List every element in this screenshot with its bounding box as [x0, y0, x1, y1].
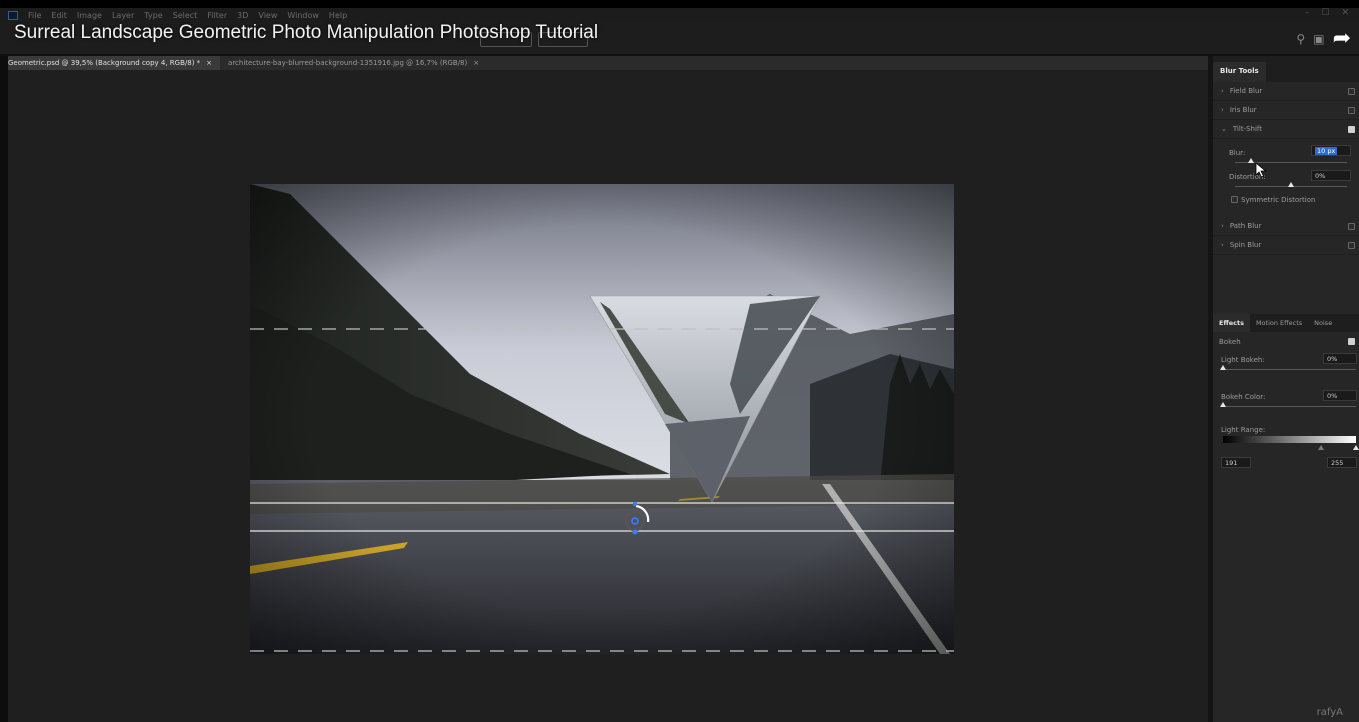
blur-row-field-blur[interactable]: › Field Blur: [1213, 82, 1359, 101]
symmetric-distortion-label: Symmetric Distortion: [1241, 196, 1316, 204]
menu-window[interactable]: Window: [287, 11, 319, 20]
landscape-image: [250, 184, 954, 654]
menu-3d[interactable]: 3D: [237, 11, 248, 20]
chevron-right-icon: ›: [1221, 241, 1224, 249]
light-bokeh-slider-knob[interactable]: [1220, 365, 1226, 370]
minimize-icon[interactable]: –: [1305, 8, 1310, 18]
blur-row-spin-blur[interactable]: › Spin Blur: [1213, 236, 1359, 255]
tab-blur-tools[interactable]: Blur Tools: [1213, 62, 1266, 82]
light-range-gradient[interactable]: [1223, 436, 1356, 443]
blur-value-text: 10 px: [1315, 147, 1338, 155]
menu-edit[interactable]: Edit: [51, 11, 67, 20]
tilt-shift-params: Blur: 10 px Distortion: 0% Symmetric Dis…: [1213, 139, 1359, 217]
close-tab-icon[interactable]: ×: [206, 59, 212, 67]
blur-row-label: Path Blur: [1229, 222, 1262, 230]
chevron-right-icon: ›: [1221, 87, 1224, 95]
menu-select[interactable]: Select: [173, 11, 198, 20]
menu-bar: File Edit Image Layer Type Select Filter…: [0, 8, 1359, 22]
workspace-icon[interactable]: ▣: [1313, 32, 1324, 46]
menu-view[interactable]: View: [258, 11, 277, 20]
menu-file[interactable]: File: [28, 11, 41, 20]
bokeh-color-slider-track[interactable]: [1223, 406, 1356, 407]
light-range-high-knob[interactable]: [1353, 445, 1359, 450]
window-controls: – ☐ ✕: [1305, 8, 1349, 18]
iris-blur-checkbox[interactable]: [1348, 106, 1355, 114]
close-tab-icon[interactable]: ×: [473, 59, 479, 67]
light-bokeh-slider-track[interactable]: [1223, 369, 1356, 370]
symmetric-distortion-checkbox[interactable]: [1231, 196, 1238, 203]
blur-row-label: Spin Blur: [1229, 241, 1262, 249]
chevron-right-icon: ›: [1221, 222, 1224, 230]
video-title: Surreal Landscape Geometric Photo Manipu…: [14, 22, 599, 43]
distortion-value-input[interactable]: 0%: [1311, 170, 1351, 181]
blur-label: Blur:: [1229, 149, 1246, 157]
tab-label: architecture-bay-blurred-background-1351…: [228, 59, 468, 67]
tab-architecture[interactable]: architecture-bay-blurred-background-1351…: [220, 56, 487, 70]
light-range-low-knob[interactable]: [1318, 445, 1324, 450]
tab-motion-effects[interactable]: Motion Effects: [1250, 314, 1308, 332]
menu-image[interactable]: Image: [77, 11, 102, 20]
distortion-slider-knob[interactable]: [1288, 182, 1294, 187]
tilt-shift-checkbox[interactable]: [1348, 125, 1355, 133]
blur-row-path-blur[interactable]: › Path Blur: [1213, 217, 1359, 236]
bokeh-color-value-input[interactable]: 0%: [1323, 390, 1357, 401]
field-blur-checkbox[interactable]: [1348, 87, 1355, 95]
search-icon[interactable]: ⚲: [1296, 32, 1305, 46]
tab-geometric[interactable]: Geometric.psd @ 39,5% (Background copy 4…: [0, 56, 221, 70]
panel-header: Blur Tools: [1213, 56, 1359, 82]
tab-effects[interactable]: Effects: [1213, 314, 1250, 332]
spin-blur-checkbox[interactable]: [1348, 241, 1355, 249]
maximize-icon[interactable]: ☐: [1321, 8, 1329, 18]
bokeh-color-label: Bokeh Color:: [1221, 393, 1266, 401]
bokeh-label: Bokeh: [1219, 338, 1241, 346]
mouse-cursor-icon: [1255, 162, 1267, 178]
top-right-icons: ⚲ ▣ ➦: [1296, 26, 1351, 51]
light-range-high-input[interactable]: 255: [1327, 457, 1357, 468]
top-strip: [0, 0, 1359, 8]
tab-noise[interactable]: Noise: [1308, 314, 1338, 332]
tab-label: Geometric.psd @ 39,5% (Background copy 4…: [8, 59, 201, 67]
left-edge: [0, 56, 8, 722]
blur-slider-knob[interactable]: [1247, 158, 1254, 163]
chevron-right-icon: ›: [1221, 106, 1224, 114]
blur-row-label: Field Blur: [1229, 87, 1263, 95]
document-tabs: Geometric.psd @ 39,5% (Background copy 4…: [0, 56, 1210, 70]
channel-logo: rafyA: [1316, 707, 1343, 718]
light-range-label: Light Range:: [1221, 426, 1266, 434]
blur-row-label: Tilt-Shift: [1232, 125, 1263, 133]
blur-value-input[interactable]: 10 px: [1311, 145, 1351, 156]
light-bokeh-label: Light Bokeh:: [1221, 356, 1265, 364]
light-range-low-input[interactable]: 191: [1221, 457, 1251, 468]
menu-filter[interactable]: Filter: [207, 11, 227, 20]
chevron-down-icon: ⌄: [1221, 125, 1227, 133]
menu-help[interactable]: Help: [329, 11, 347, 20]
blur-tools-panel: Blur Tools › Field Blur › Iris Blur ⌄ Ti…: [1213, 56, 1359, 722]
photoshop-logo-icon: [8, 10, 18, 20]
path-blur-checkbox[interactable]: [1348, 222, 1355, 230]
share-icon[interactable]: ➦: [1333, 26, 1351, 51]
document-canvas-photo[interactable]: [250, 184, 954, 654]
menu-type[interactable]: Type: [144, 11, 162, 20]
menu-layer[interactable]: Layer: [112, 11, 134, 20]
blur-row-iris-blur[interactable]: › Iris Blur: [1213, 101, 1359, 120]
bokeh-color-slider-knob[interactable]: [1220, 402, 1226, 407]
light-bokeh-value-input[interactable]: 0%: [1323, 353, 1357, 364]
blur-row-label: Iris Blur: [1229, 106, 1257, 114]
blur-row-tilt-shift[interactable]: ⌄ Tilt-Shift: [1213, 120, 1359, 139]
bokeh-checkbox[interactable]: [1348, 338, 1355, 345]
close-icon[interactable]: ✕: [1341, 8, 1349, 18]
effects-tabs: Effects Motion Effects Noise: [1213, 314, 1359, 332]
